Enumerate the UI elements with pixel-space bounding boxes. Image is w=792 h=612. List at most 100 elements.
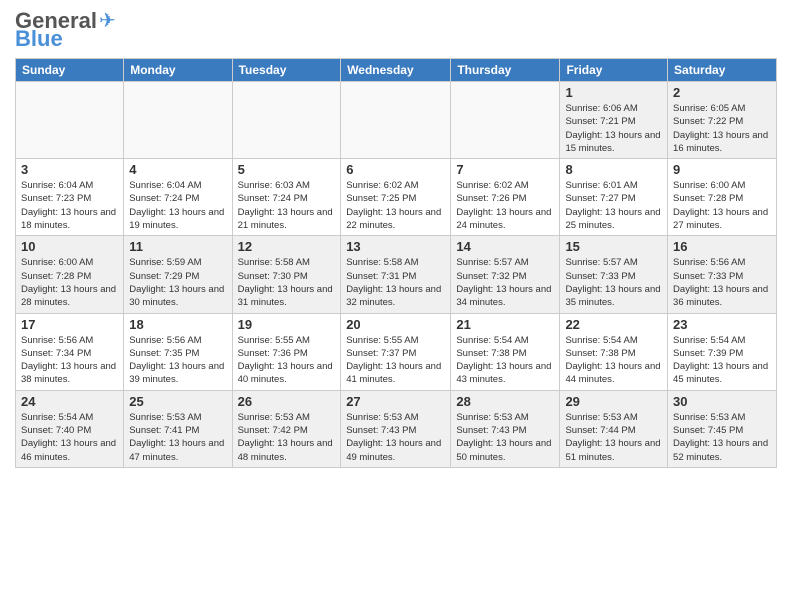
day-info: Sunrise: 5:55 AM Sunset: 7:37 PM Dayligh… xyxy=(346,334,445,387)
weekday-header-tuesday: Tuesday xyxy=(232,59,341,82)
calendar-header-row: SundayMondayTuesdayWednesdayThursdayFrid… xyxy=(16,59,777,82)
day-info: Sunrise: 5:57 AM Sunset: 7:32 PM Dayligh… xyxy=(456,256,554,309)
calendar-cell: 25 Sunrise: 5:53 AM Sunset: 7:41 PM Dayli… xyxy=(124,390,232,467)
day-number: 1 xyxy=(565,85,662,100)
day-number: 29 xyxy=(565,394,662,409)
day-number: 11 xyxy=(129,239,226,254)
day-number: 25 xyxy=(129,394,226,409)
day-number: 23 xyxy=(673,317,771,332)
day-number: 24 xyxy=(21,394,118,409)
calendar-cell: 23 Sunrise: 5:54 AM Sunset: 7:39 PM Dayli… xyxy=(668,313,777,390)
day-info: Sunrise: 5:54 AM Sunset: 7:38 PM Dayligh… xyxy=(565,334,662,387)
day-info: Sunrise: 6:06 AM Sunset: 7:21 PM Dayligh… xyxy=(565,102,662,155)
day-number: 13 xyxy=(346,239,445,254)
calendar-cell: 22 Sunrise: 5:54 AM Sunset: 7:38 PM Dayli… xyxy=(560,313,668,390)
day-info: Sunrise: 6:03 AM Sunset: 7:24 PM Dayligh… xyxy=(238,179,336,232)
day-info: Sunrise: 5:53 AM Sunset: 7:45 PM Dayligh… xyxy=(673,411,771,464)
day-info: Sunrise: 5:54 AM Sunset: 7:39 PM Dayligh… xyxy=(673,334,771,387)
day-info: Sunrise: 5:53 AM Sunset: 7:42 PM Dayligh… xyxy=(238,411,336,464)
day-info: Sunrise: 5:53 AM Sunset: 7:43 PM Dayligh… xyxy=(346,411,445,464)
calendar-cell: 24 Sunrise: 5:54 AM Sunset: 7:40 PM Dayli… xyxy=(16,390,124,467)
calendar-cell: 15 Sunrise: 5:57 AM Sunset: 7:33 PM Dayli… xyxy=(560,236,668,313)
bird-icon: ✈ xyxy=(99,11,116,31)
day-info: Sunrise: 5:53 AM Sunset: 7:41 PM Dayligh… xyxy=(129,411,226,464)
day-number: 22 xyxy=(565,317,662,332)
day-number: 21 xyxy=(456,317,554,332)
calendar-cell: 26 Sunrise: 5:53 AM Sunset: 7:42 PM Dayli… xyxy=(232,390,341,467)
day-info: Sunrise: 5:53 AM Sunset: 7:44 PM Dayligh… xyxy=(565,411,662,464)
day-info: Sunrise: 5:54 AM Sunset: 7:40 PM Dayligh… xyxy=(21,411,118,464)
day-info: Sunrise: 5:59 AM Sunset: 7:29 PM Dayligh… xyxy=(129,256,226,309)
calendar-cell: 10Sunrise: 6:00 AM Sunset: 7:28 PM Dayli… xyxy=(16,236,124,313)
day-info: Sunrise: 5:53 AM Sunset: 7:43 PM Dayligh… xyxy=(456,411,554,464)
day-number: 10 xyxy=(21,239,118,254)
day-number: 26 xyxy=(238,394,336,409)
calendar-cell: 27 Sunrise: 5:53 AM Sunset: 7:43 PM Dayli… xyxy=(341,390,451,467)
calendar-cell xyxy=(451,82,560,159)
day-info: Sunrise: 5:56 AM Sunset: 7:34 PM Dayligh… xyxy=(21,334,118,387)
day-number: 19 xyxy=(238,317,336,332)
day-info: Sunrise: 5:54 AM Sunset: 7:38 PM Dayligh… xyxy=(456,334,554,387)
day-info: Sunrise: 5:56 AM Sunset: 7:33 PM Dayligh… xyxy=(673,256,771,309)
calendar-week-0: 1 Sunrise: 6:06 AM Sunset: 7:21 PM Daylig… xyxy=(16,82,777,159)
day-number: 20 xyxy=(346,317,445,332)
day-number: 17 xyxy=(21,317,118,332)
day-number: 30 xyxy=(673,394,771,409)
day-info: Sunrise: 5:55 AM Sunset: 7:36 PM Dayligh… xyxy=(238,334,336,387)
day-number: 15 xyxy=(565,239,662,254)
day-number: 8 xyxy=(565,162,662,177)
calendar-cell xyxy=(16,82,124,159)
calendar-cell: 1 Sunrise: 6:06 AM Sunset: 7:21 PM Daylig… xyxy=(560,82,668,159)
day-number: 4 xyxy=(129,162,226,177)
weekday-header-saturday: Saturday xyxy=(668,59,777,82)
calendar-cell: 7 Sunrise: 6:02 AM Sunset: 7:26 PM Daylig… xyxy=(451,159,560,236)
day-number: 12 xyxy=(238,239,336,254)
day-number: 5 xyxy=(238,162,336,177)
day-number: 14 xyxy=(456,239,554,254)
calendar-cell xyxy=(124,82,232,159)
calendar-cell: 14 Sunrise: 5:57 AM Sunset: 7:32 PM Dayli… xyxy=(451,236,560,313)
calendar-week-3: 17 Sunrise: 5:56 AM Sunset: 7:34 PM Dayli… xyxy=(16,313,777,390)
day-number: 7 xyxy=(456,162,554,177)
day-info: Sunrise: 6:04 AM Sunset: 7:24 PM Dayligh… xyxy=(129,179,226,232)
day-number: 18 xyxy=(129,317,226,332)
calendar-cell xyxy=(232,82,341,159)
calendar-week-1: 3 Sunrise: 6:04 AM Sunset: 7:23 PM Daylig… xyxy=(16,159,777,236)
weekday-header-wednesday: Wednesday xyxy=(341,59,451,82)
calendar-cell: 17 Sunrise: 5:56 AM Sunset: 7:34 PM Dayli… xyxy=(16,313,124,390)
day-info: Sunrise: 5:58 AM Sunset: 7:31 PM Dayligh… xyxy=(346,256,445,309)
header: General ✈ Blue xyxy=(15,10,777,50)
day-number: 3 xyxy=(21,162,118,177)
calendar-week-4: 24 Sunrise: 5:54 AM Sunset: 7:40 PM Dayli… xyxy=(16,390,777,467)
calendar-cell: 16 Sunrise: 5:56 AM Sunset: 7:33 PM Dayli… xyxy=(668,236,777,313)
calendar-cell: 3 Sunrise: 6:04 AM Sunset: 7:23 PM Daylig… xyxy=(16,159,124,236)
calendar-cell: 29 Sunrise: 5:53 AM Sunset: 7:44 PM Dayli… xyxy=(560,390,668,467)
day-number: 16 xyxy=(673,239,771,254)
day-info: Sunrise: 5:56 AM Sunset: 7:35 PM Dayligh… xyxy=(129,334,226,387)
calendar-cell: 12Sunrise: 5:58 AM Sunset: 7:30 PM Dayli… xyxy=(232,236,341,313)
calendar-cell: 18 Sunrise: 5:56 AM Sunset: 7:35 PM Dayli… xyxy=(124,313,232,390)
weekday-header-thursday: Thursday xyxy=(451,59,560,82)
calendar-cell: 6Sunrise: 6:02 AM Sunset: 7:25 PM Daylig… xyxy=(341,159,451,236)
calendar-cell: 5 Sunrise: 6:03 AM Sunset: 7:24 PM Daylig… xyxy=(232,159,341,236)
day-number: 28 xyxy=(456,394,554,409)
calendar-cell: 11 Sunrise: 5:59 AM Sunset: 7:29 PM Dayli… xyxy=(124,236,232,313)
calendar-cell: 20 Sunrise: 5:55 AM Sunset: 7:37 PM Dayli… xyxy=(341,313,451,390)
day-number: 27 xyxy=(346,394,445,409)
day-info: Sunrise: 6:02 AM Sunset: 7:26 PM Dayligh… xyxy=(456,179,554,232)
day-info: Sunrise: 5:57 AM Sunset: 7:33 PM Dayligh… xyxy=(565,256,662,309)
day-info: Sunrise: 6:04 AM Sunset: 7:23 PM Dayligh… xyxy=(21,179,118,232)
calendar-cell: 9Sunrise: 6:00 AM Sunset: 7:28 PM Daylig… xyxy=(668,159,777,236)
weekday-header-friday: Friday xyxy=(560,59,668,82)
logo-text: General ✈ Blue xyxy=(15,10,116,50)
weekday-header-sunday: Sunday xyxy=(16,59,124,82)
calendar-cell: 2Sunrise: 6:05 AM Sunset: 7:22 PM Daylig… xyxy=(668,82,777,159)
calendar-cell xyxy=(341,82,451,159)
calendar-week-2: 10Sunrise: 6:00 AM Sunset: 7:28 PM Dayli… xyxy=(16,236,777,313)
calendar-cell: 30 Sunrise: 5:53 AM Sunset: 7:45 PM Dayli… xyxy=(668,390,777,467)
logo: General ✈ Blue xyxy=(15,10,116,50)
day-info: Sunrise: 6:02 AM Sunset: 7:25 PM Dayligh… xyxy=(346,179,445,232)
day-number: 2 xyxy=(673,85,771,100)
calendar-cell: 13 Sunrise: 5:58 AM Sunset: 7:31 PM Dayli… xyxy=(341,236,451,313)
calendar-cell: 4 Sunrise: 6:04 AM Sunset: 7:24 PM Daylig… xyxy=(124,159,232,236)
